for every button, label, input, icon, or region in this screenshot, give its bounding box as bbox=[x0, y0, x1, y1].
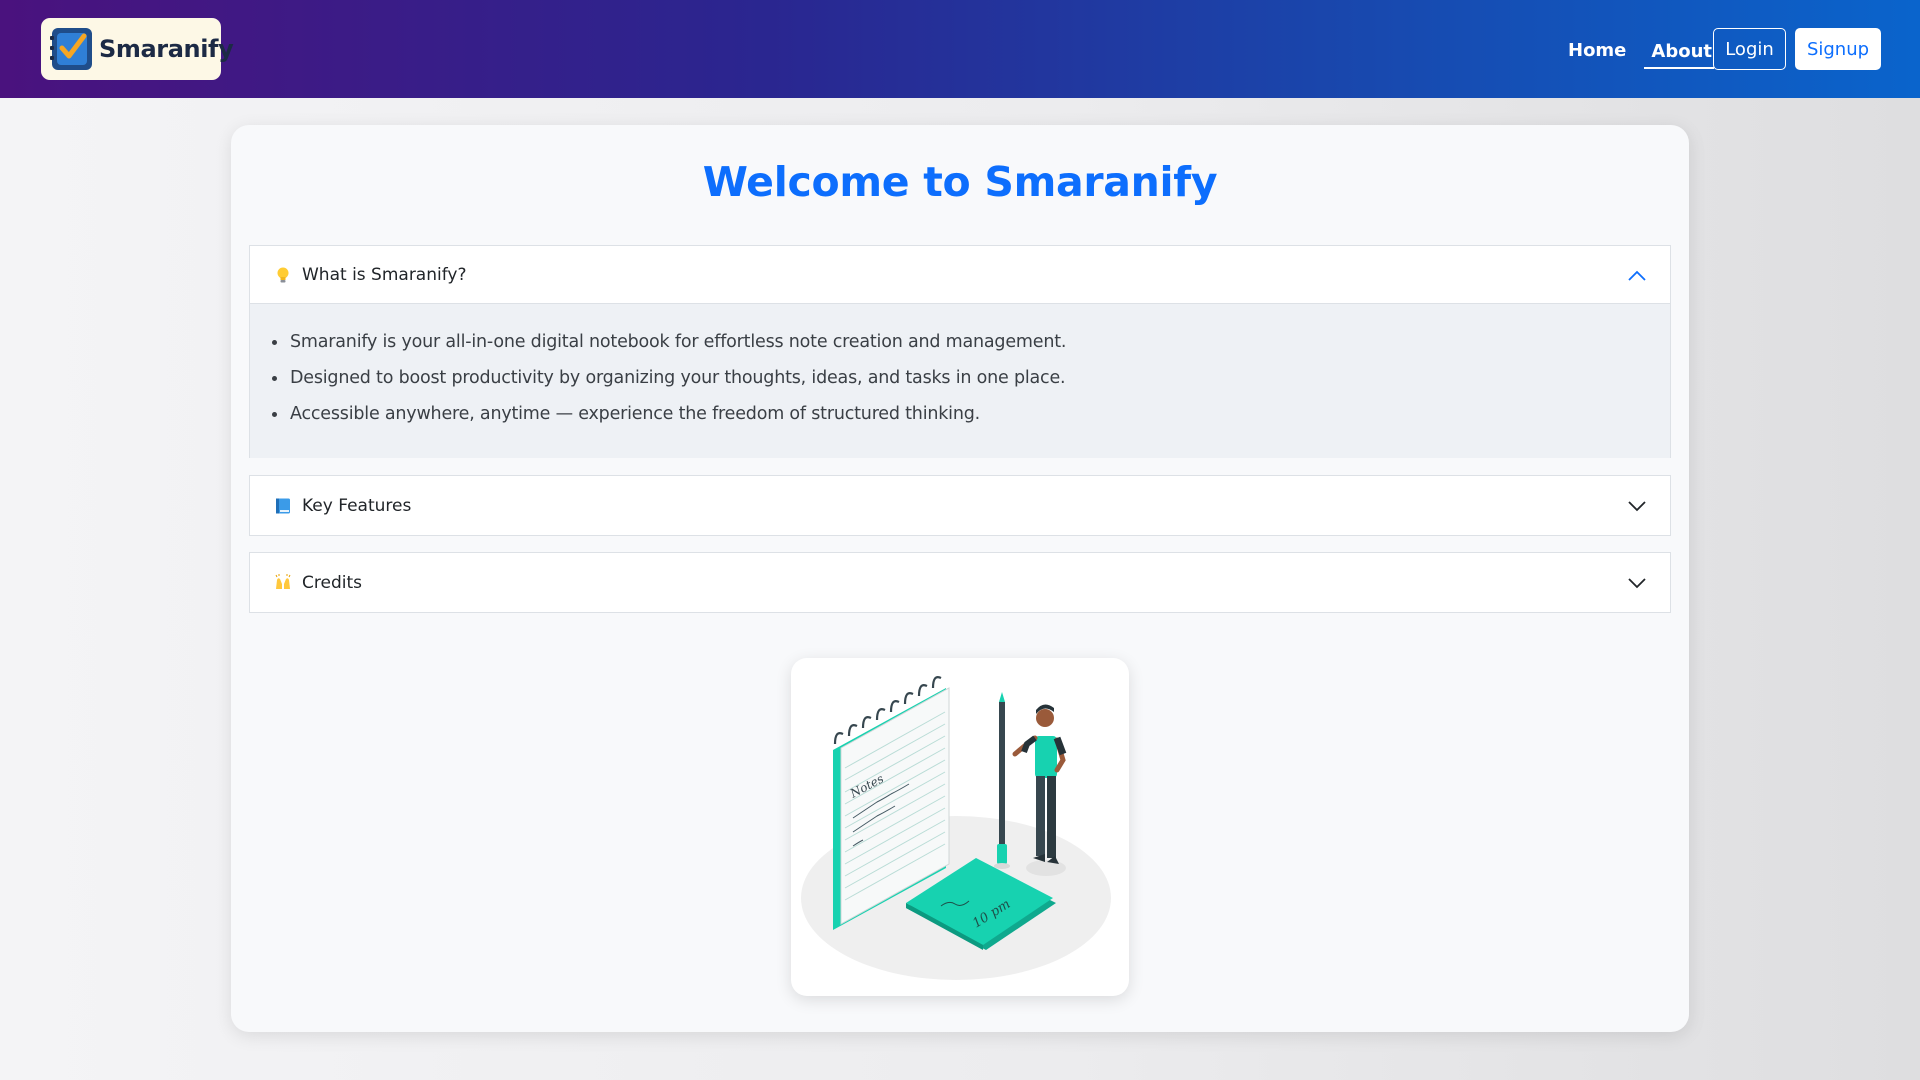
brand-logo-link[interactable]: Smaranify bbox=[41, 18, 234, 80]
accordion-body-what-is: Smaranify is your all-in-one digital not… bbox=[250, 303, 1670, 458]
accordion-label: Credits bbox=[302, 572, 362, 593]
accordion-item-key-features: Key Features bbox=[249, 475, 1671, 536]
blue-book-icon bbox=[276, 498, 290, 513]
accordion-label: What is Smaranify? bbox=[302, 264, 467, 285]
notes-illustration: Notes 10 pm bbox=[791, 658, 1129, 996]
list-item: Accessible anywhere, anytime — experienc… bbox=[272, 396, 1670, 432]
list-item: Designed to boost productivity by organi… bbox=[272, 360, 1670, 396]
chevron-down-icon bbox=[1628, 578, 1646, 589]
brand-name: Smaranify bbox=[99, 35, 234, 63]
raising-hands-icon bbox=[275, 573, 291, 589]
accordion-header-credits[interactable]: Credits bbox=[250, 553, 1670, 612]
notebook-person-illustration: Notes 10 pm bbox=[801, 676, 1111, 980]
checkbox-notebook-icon bbox=[50, 28, 92, 70]
feature-list: Smaranify is your all-in-one digital not… bbox=[250, 304, 1670, 432]
accordion-header-what-is[interactable]: What is Smaranify? bbox=[250, 246, 1670, 303]
signup-button[interactable]: Signup bbox=[1795, 28, 1881, 70]
accordion-header-key-features[interactable]: Key Features bbox=[250, 476, 1670, 535]
nav-link-home[interactable]: Home bbox=[1568, 40, 1626, 61]
accordion-item-what-is: What is Smaranify? Smaranify is your all… bbox=[249, 245, 1671, 458]
chevron-up-icon bbox=[1628, 270, 1646, 281]
page-title: Welcome to Smaranify bbox=[702, 158, 1218, 206]
accordion-item-credits: Credits bbox=[249, 552, 1671, 613]
navbar: Smaranify Home About Login Signup bbox=[0, 0, 1920, 98]
chevron-down-icon bbox=[1628, 501, 1646, 512]
nav-link-about[interactable]: About bbox=[1644, 41, 1714, 69]
login-button[interactable]: Login bbox=[1713, 28, 1786, 70]
accordion-label: Key Features bbox=[302, 495, 412, 516]
lightbulb-icon bbox=[277, 267, 289, 282]
list-item: Smaranify is your all-in-one digital not… bbox=[272, 324, 1670, 360]
